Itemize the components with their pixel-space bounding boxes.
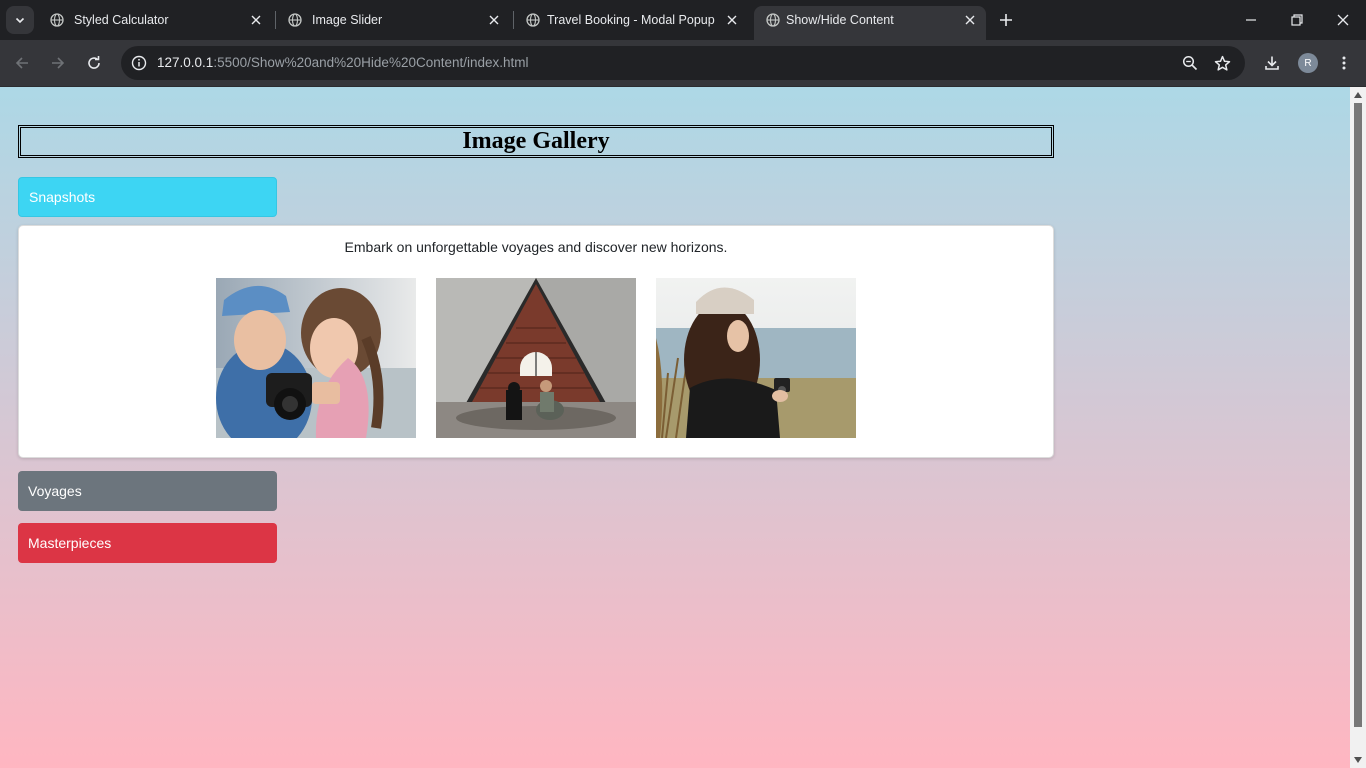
snapshots-panel: Embark on unforgettable voyages and disc… <box>18 225 1054 458</box>
tab-title: Travel Booking - Modal Popup <box>547 13 715 27</box>
reload-button[interactable] <box>82 51 106 75</box>
minimize-icon <box>1246 19 1256 21</box>
chevron-down-icon <box>15 17 25 24</box>
back-button[interactable] <box>10 51 34 75</box>
close-icon[interactable] <box>249 13 263 27</box>
plus-icon <box>1000 14 1012 26</box>
arrow-right-icon <box>52 57 65 69</box>
browser-toolbar: 127.0.0.1:5500/Show%20and%20Hide%20Conte… <box>0 40 1366 87</box>
kebab-menu-icon <box>1342 56 1346 70</box>
browser-tab-strip: Styled Calculator Image Slider Travel Bo… <box>0 0 1366 40</box>
arrow-left-icon <box>15 57 28 69</box>
menu-button[interactable] <box>1332 51 1356 75</box>
site-info-button[interactable] <box>127 51 151 75</box>
profile-avatar[interactable]: R <box>1298 53 1318 73</box>
scrollbar-thumb[interactable] <box>1354 103 1362 727</box>
close-window-button[interactable] <box>1320 0 1366 40</box>
page-title: Image Gallery <box>18 125 1054 158</box>
close-icon <box>1337 14 1349 26</box>
tab-title: Image Slider <box>312 13 383 27</box>
tab-search-button[interactable] <box>6 6 34 34</box>
close-icon[interactable] <box>963 13 977 27</box>
page-scrollbar[interactable] <box>1350 87 1366 768</box>
tab-image-slider[interactable]: Image Slider <box>276 0 512 40</box>
globe-icon <box>288 13 302 27</box>
close-icon[interactable] <box>487 13 501 27</box>
url-path: :5500/Show%20and%20Hide%20Content/index.… <box>213 55 529 70</box>
forward-button[interactable] <box>46 51 70 75</box>
minimize-button[interactable] <box>1228 0 1274 40</box>
address-bar[interactable]: 127.0.0.1:5500/Show%20and%20Hide%20Conte… <box>121 46 1245 80</box>
tab-title: Styled Calculator <box>74 13 169 27</box>
reload-icon <box>88 56 100 69</box>
download-icon <box>1265 56 1279 70</box>
restore-icon <box>1291 14 1303 26</box>
page-viewport: Image Gallery Snapshots Embark on unforg… <box>0 87 1350 768</box>
zoom-out-icon <box>1182 55 1198 71</box>
globe-icon <box>526 13 540 27</box>
voyages-button[interactable]: Voyages <box>18 471 277 511</box>
star-icon <box>1214 55 1230 71</box>
tab-title: Show/Hide Content <box>786 13 894 27</box>
masterpieces-button[interactable]: Masterpieces <box>18 523 277 563</box>
tab-show-hide-content[interactable]: Show/Hide Content <box>754 6 986 40</box>
url-text[interactable]: 127.0.0.1:5500/Show%20and%20Hide%20Conte… <box>157 55 529 70</box>
globe-icon <box>766 13 780 27</box>
restore-button[interactable] <box>1274 0 1320 40</box>
gallery-image-attic-photographer <box>436 278 636 438</box>
scroll-down-arrow-icon[interactable] <box>1353 755 1363 765</box>
tab-travel-booking[interactable]: Travel Booking - Modal Popup <box>514 0 750 40</box>
bookmark-button[interactable] <box>1210 51 1234 75</box>
close-icon[interactable] <box>725 13 739 27</box>
zoom-button[interactable] <box>1178 51 1202 75</box>
panel-description: Embark on unforgettable voyages and disc… <box>344 239 728 255</box>
downloads-button[interactable] <box>1260 51 1284 75</box>
tab-styled-calculator[interactable]: Styled Calculator <box>38 0 274 40</box>
globe-icon <box>50 13 64 27</box>
snapshots-button[interactable]: Snapshots <box>18 177 277 217</box>
info-icon <box>131 55 147 71</box>
gallery-image-children-camera <box>216 278 416 438</box>
url-host: 127.0.0.1 <box>157 55 214 70</box>
gallery-image-woman-camera-beach <box>656 278 856 438</box>
new-tab-button[interactable] <box>995 9 1017 31</box>
scroll-up-arrow-icon[interactable] <box>1353 90 1363 100</box>
